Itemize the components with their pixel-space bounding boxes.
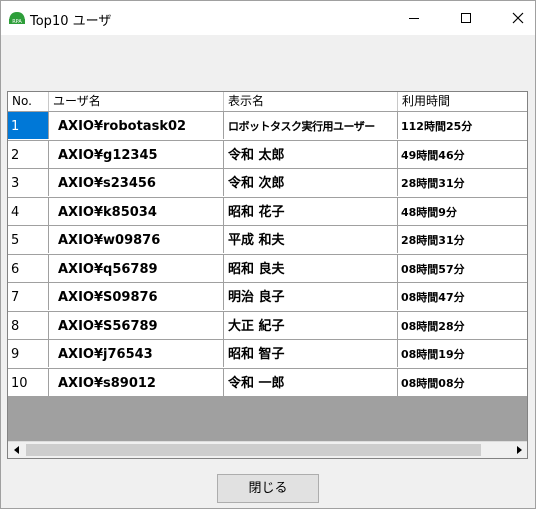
table-row[interactable]: 4 AXIO¥k85034 昭和 花子 48時間9分 (8, 197, 527, 226)
scroll-right-button[interactable] (510, 442, 527, 458)
usage-time-cell[interactable]: 08時間57分 (398, 255, 527, 282)
usage-time-cell[interactable]: 08時間08分 (398, 369, 527, 396)
table-row[interactable]: 2 AXIO¥g12345 令和 太郎 49時間46分 (8, 140, 527, 169)
grid-header: No. ユーザ名 表示名 利用時間 (8, 92, 527, 112)
display-name-cell[interactable]: 平成 和夫 (224, 226, 398, 253)
column-header-username[interactable]: ユーザ名 (49, 92, 224, 111)
table-row[interactable]: 5 AXIO¥w09876 平成 和夫 28時間31分 (8, 226, 527, 255)
close-icon (512, 12, 524, 24)
arrow-left-icon (13, 446, 19, 454)
rpa-app-icon: RPA (8, 10, 26, 25)
title-bar[interactable]: RPA Top10 ユーザ (1, 1, 535, 35)
display-name-cell[interactable]: 昭和 良夫 (224, 254, 398, 282)
row-no-cell[interactable]: 5 (8, 226, 49, 253)
dialog-window: RPA Top10 ユーザ No. ユーザ名 表示名 利用時間 1 AXIO¥r… (0, 0, 536, 509)
usage-time-cell[interactable]: 48時間9分 (398, 198, 527, 225)
grid-rows: 1 AXIO¥robotask02 ロボットタスク実行用ユーザー 112時間25… (8, 112, 527, 397)
table-row[interactable]: 3 AXIO¥s23456 令和 次郎 28時間31分 (8, 169, 527, 198)
row-no-cell[interactable]: 9 (8, 340, 49, 367)
usage-time-cell[interactable]: 28時間31分 (398, 226, 527, 253)
maximize-button[interactable] (443, 1, 489, 35)
display-name-cell[interactable]: 大正 紀子 (224, 311, 398, 339)
username-cell[interactable]: AXIO¥g12345 (49, 140, 224, 168)
usage-time-cell[interactable]: 08時間47分 (398, 283, 527, 310)
horizontal-scrollbar[interactable] (8, 441, 527, 458)
username-cell[interactable]: AXIO¥S56789 (49, 311, 224, 339)
svg-text:RPA: RPA (12, 19, 22, 25)
username-cell[interactable]: AXIO¥robotask02 (49, 112, 224, 139)
username-cell[interactable]: AXIO¥s23456 (49, 169, 224, 196)
display-name-cell[interactable]: 令和 太郎 (224, 140, 398, 168)
username-cell[interactable]: AXIO¥s89012 (49, 368, 224, 396)
display-name-cell[interactable]: 令和 一郎 (224, 368, 398, 396)
scroll-left-button[interactable] (8, 442, 25, 458)
display-name-cell[interactable]: 明治 良子 (224, 283, 398, 310)
close-dialog-button[interactable]: 閉じる (217, 474, 319, 503)
display-name-cell[interactable]: 昭和 智子 (224, 340, 398, 367)
username-cell[interactable]: AXIO¥q56789 (49, 254, 224, 282)
table-row[interactable]: 10 AXIO¥s89012 令和 一郎 08時間08分 (8, 368, 527, 397)
table-row[interactable]: 9 AXIO¥j76543 昭和 智子 08時間19分 (8, 340, 527, 369)
column-header-no[interactable]: No. (8, 92, 49, 111)
scrollbar-thumb[interactable] (26, 444, 481, 456)
usage-time-cell[interactable]: 08時間19分 (398, 340, 527, 367)
display-name-cell[interactable]: 昭和 花子 (224, 197, 398, 225)
row-no-cell[interactable]: 8 (8, 311, 49, 339)
row-no-cell[interactable]: 6 (8, 254, 49, 282)
row-no-cell[interactable]: 3 (8, 169, 49, 196)
username-cell[interactable]: AXIO¥S09876 (49, 283, 224, 310)
column-header-usage-time[interactable]: 利用時間 (398, 92, 527, 111)
arrow-right-icon (516, 446, 522, 454)
maximize-icon (461, 13, 471, 23)
minimize-icon (409, 17, 419, 19)
username-cell[interactable]: AXIO¥w09876 (49, 226, 224, 253)
top-users-grid[interactable]: No. ユーザ名 表示名 利用時間 1 AXIO¥robotask02 ロボット… (7, 91, 528, 459)
table-row[interactable]: 7 AXIO¥S09876 明治 良子 08時間47分 (8, 283, 527, 312)
username-cell[interactable]: AXIO¥k85034 (49, 197, 224, 225)
row-no-cell[interactable]: 7 (8, 283, 49, 310)
column-header-display-name[interactable]: 表示名 (224, 92, 398, 111)
table-row[interactable]: 6 AXIO¥q56789 昭和 良夫 08時間57分 (8, 254, 527, 283)
display-name-cell[interactable]: ロボットタスク実行用ユーザー (224, 112, 398, 139)
usage-time-cell[interactable]: 08時間28分 (398, 312, 527, 339)
row-no-cell[interactable]: 4 (8, 197, 49, 225)
table-row[interactable]: 8 AXIO¥S56789 大正 紀子 08時間28分 (8, 311, 527, 340)
table-row[interactable]: 1 AXIO¥robotask02 ロボットタスク実行用ユーザー 112時間25… (8, 112, 527, 141)
usage-time-cell[interactable]: 49時間46分 (398, 141, 527, 168)
row-no-cell[interactable]: 10 (8, 368, 49, 396)
close-window-button[interactable] (495, 1, 535, 35)
usage-time-cell[interactable]: 28時間31分 (398, 169, 527, 196)
username-cell[interactable]: AXIO¥j76543 (49, 340, 224, 367)
row-no-cell[interactable]: 1 (8, 112, 49, 139)
display-name-cell[interactable]: 令和 次郎 (224, 169, 398, 196)
window-title: Top10 ユーザ (30, 14, 112, 29)
row-no-cell[interactable]: 2 (8, 140, 49, 168)
minimize-button[interactable] (391, 1, 437, 35)
usage-time-cell[interactable]: 112時間25分 (398, 112, 527, 139)
